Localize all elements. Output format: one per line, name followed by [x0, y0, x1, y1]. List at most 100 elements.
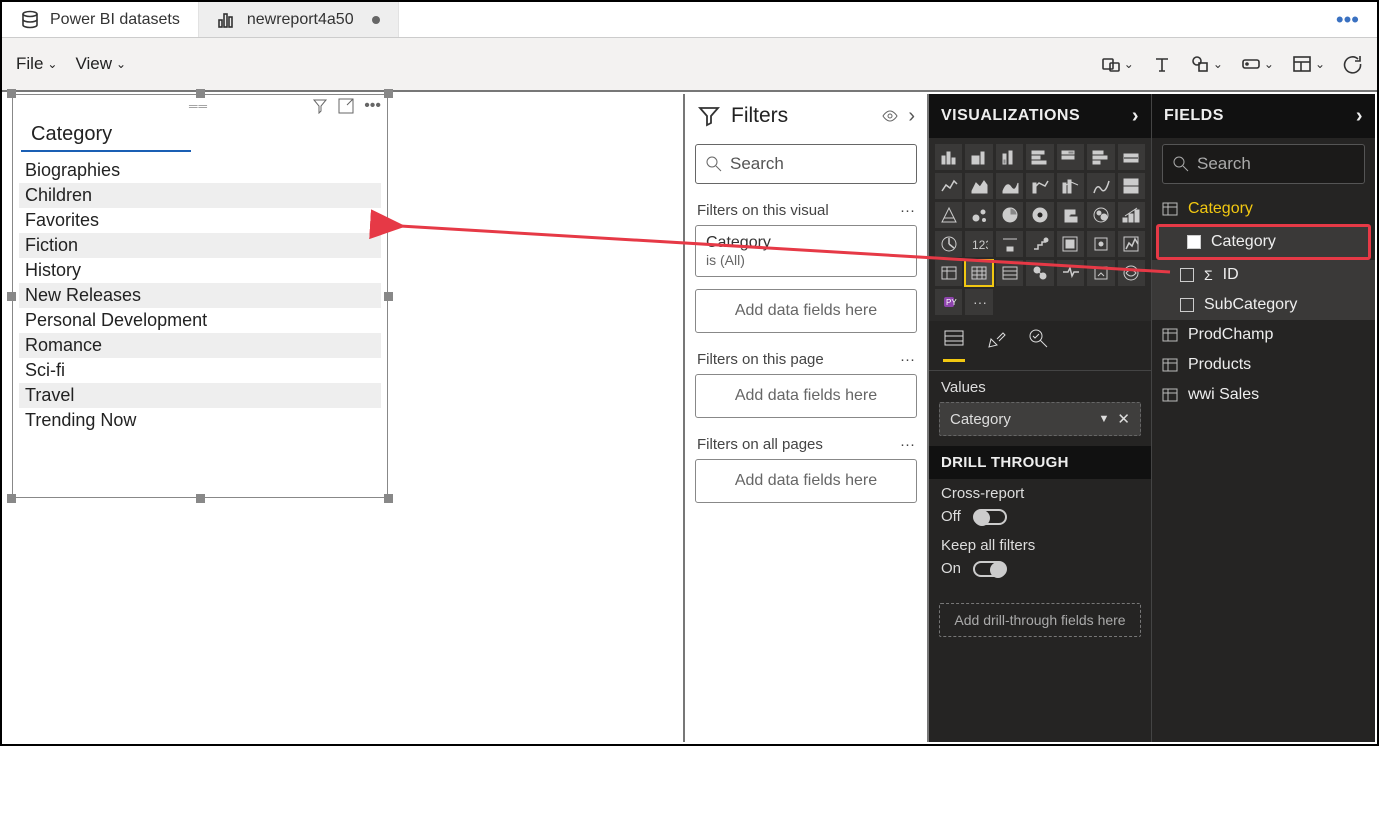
checkbox-icon[interactable] — [1180, 268, 1194, 282]
section-more-icon[interactable]: ··· — [900, 436, 915, 453]
remove-icon[interactable]: ✕ — [1117, 410, 1130, 428]
viz-type-13[interactable] — [1118, 173, 1145, 199]
fields-tab[interactable] — [943, 327, 965, 362]
filters-search-input[interactable]: Search — [695, 144, 917, 184]
format-tab[interactable] — [985, 327, 1007, 362]
table-row[interactable]: Favorites — [19, 208, 381, 233]
table-row[interactable]: New Releases — [19, 283, 381, 308]
field-category-column[interactable]: Category — [1159, 227, 1368, 257]
viz-type-8[interactable] — [965, 173, 992, 199]
viz-type-24[interactable] — [1026, 231, 1053, 257]
table-row[interactable]: Children — [19, 183, 381, 208]
eye-icon[interactable] — [882, 108, 898, 124]
report-filter-dropzone[interactable]: Add data fields here — [695, 459, 917, 503]
filter-card-category[interactable]: Category is (All) — [695, 225, 917, 277]
filters-page-section: Filters on this page — [697, 351, 824, 368]
table-row[interactable]: History — [19, 258, 381, 283]
table-wwi-sales[interactable]: wwi Sales — [1152, 380, 1375, 410]
cross-report-toggle[interactable] — [973, 509, 1007, 525]
viz-type-15[interactable] — [965, 202, 992, 228]
viz-type-21[interactable] — [935, 231, 962, 257]
values-chip-category[interactable]: Category ▼ ✕ — [939, 402, 1141, 436]
filters-pane: Filters › Search Filters on this visual·… — [683, 94, 927, 742]
table-row[interactable]: Sci-fi — [19, 358, 381, 383]
viz-type-0[interactable] — [935, 144, 962, 170]
tab-datasets[interactable]: Power BI datasets — [2, 2, 199, 37]
viz-type-5[interactable] — [1087, 144, 1114, 170]
field-id-column[interactable]: Σ ID — [1152, 260, 1375, 290]
viz-type-25[interactable] — [1057, 231, 1084, 257]
viz-type-17[interactable] — [1026, 202, 1053, 228]
viz-type-30[interactable] — [996, 260, 1023, 286]
viz-type-11[interactable] — [1057, 173, 1084, 199]
field-subcategory-column[interactable]: SubCategory — [1152, 290, 1375, 320]
viz-type-36[interactable]: ··· — [965, 289, 992, 315]
focus-mode-icon[interactable] — [338, 98, 354, 114]
filter-icon[interactable] — [312, 98, 328, 114]
viz-type-34[interactable] — [1118, 260, 1145, 286]
viz-type-14[interactable] — [935, 202, 962, 228]
keep-filters-toggle[interactable] — [973, 561, 1007, 577]
drag-handle-icon[interactable]: ══ — [189, 99, 208, 113]
more-options-button[interactable]: ••• — [1318, 2, 1377, 37]
viz-type-19[interactable] — [1087, 202, 1114, 228]
viz-type-16[interactable] — [996, 202, 1023, 228]
refresh-button[interactable] — [1343, 54, 1363, 74]
viz-type-31[interactable] — [1026, 260, 1053, 286]
report-canvas[interactable]: ══ ••• Category BiographiesChildrenFavor… — [4, 94, 683, 742]
section-more-icon[interactable]: ··· — [900, 202, 915, 219]
viz-type-1[interactable] — [965, 144, 992, 170]
visual-filter-dropzone[interactable]: Add data fields here — [695, 289, 917, 333]
table-row[interactable]: Biographies — [19, 158, 381, 183]
viz-type-29[interactable] — [965, 260, 992, 286]
table-category[interactable]: Category — [1152, 194, 1375, 224]
checkbox-icon[interactable] — [1180, 298, 1194, 312]
viz-type-12[interactable] — [1087, 173, 1114, 199]
viz-type-4[interactable] — [1057, 144, 1084, 170]
viz-type-6[interactable] — [1118, 144, 1145, 170]
chevron-down-icon[interactable]: ▼ — [1099, 413, 1110, 425]
drillthrough-dropzone[interactable]: Add drill-through fields here — [939, 603, 1141, 637]
checkbox-checked-icon[interactable] — [1187, 235, 1201, 249]
viz-type-28[interactable] — [935, 260, 962, 286]
table-row[interactable]: Trending Now — [19, 408, 381, 433]
table-visual[interactable]: ══ ••• Category BiographiesChildrenFavor… — [12, 94, 388, 498]
file-menu[interactable]: File⌄ — [16, 54, 57, 74]
analytics-tab[interactable] — [1027, 327, 1049, 362]
table-prodchamp[interactable]: ProdChamp — [1152, 320, 1375, 350]
viz-type-7[interactable] — [935, 173, 962, 199]
page-filter-dropzone[interactable]: Add data fields here — [695, 374, 917, 418]
table-row[interactable]: Fiction — [19, 233, 381, 258]
buttons-button[interactable]: ⌄ — [1241, 54, 1274, 74]
viz-type-35[interactable]: PY — [935, 289, 962, 315]
viz-type-3[interactable] — [1026, 144, 1053, 170]
layout-button[interactable]: ⌄ — [1292, 54, 1325, 74]
visual-interactions-button[interactable]: ⌄ — [1101, 54, 1134, 74]
viz-type-32[interactable] — [1057, 260, 1084, 286]
view-menu[interactable]: View⌄ — [75, 54, 126, 74]
text-box-button[interactable] — [1152, 54, 1172, 74]
collapse-icon[interactable]: › — [1356, 105, 1363, 128]
viz-type-2[interactable] — [996, 144, 1023, 170]
viz-type-23[interactable] — [996, 231, 1023, 257]
collapse-icon[interactable]: › — [908, 105, 915, 128]
shapes-button[interactable]: ⌄ — [1190, 54, 1223, 74]
viz-type-20[interactable] — [1118, 202, 1145, 228]
viz-type-27[interactable] — [1118, 231, 1145, 257]
table-row[interactable]: Travel — [19, 383, 381, 408]
viz-type-22[interactable]: 123 — [965, 231, 992, 257]
viz-type-9[interactable] — [996, 173, 1023, 199]
more-icon[interactable]: ••• — [364, 97, 381, 115]
table-products[interactable]: Products — [1152, 350, 1375, 380]
section-more-icon[interactable]: ··· — [900, 351, 915, 368]
table-row[interactable]: Personal Development — [19, 308, 381, 333]
tab-report[interactable]: newreport4a50 — [199, 2, 399, 37]
viz-type-10[interactable] — [1026, 173, 1053, 199]
viz-type-18[interactable] — [1057, 202, 1084, 228]
collapse-icon[interactable]: › — [1132, 105, 1139, 128]
table-row[interactable]: Romance — [19, 333, 381, 358]
fields-title: FIELDS — [1164, 107, 1224, 125]
fields-search-input[interactable]: Search — [1162, 144, 1365, 184]
viz-type-33[interactable] — [1087, 260, 1114, 286]
viz-type-26[interactable] — [1087, 231, 1114, 257]
